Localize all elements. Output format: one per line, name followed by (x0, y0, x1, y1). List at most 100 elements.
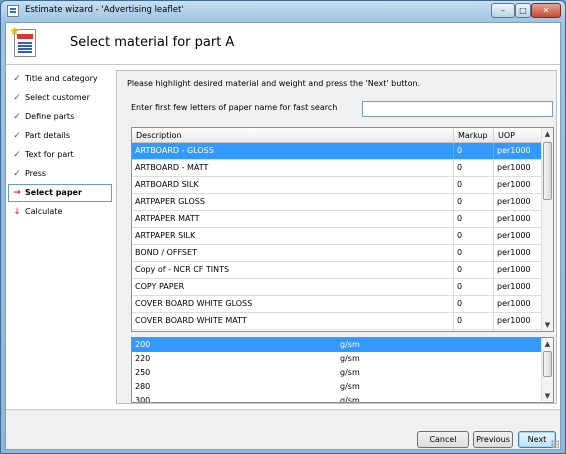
weight-value: 220 (135, 354, 151, 363)
scroll-thumb[interactable] (543, 142, 552, 200)
table-row[interactable]: ARTBOARD - MATT 0 per1000 (132, 160, 542, 177)
table-row[interactable]: COVER BOARD WHITE MATT 0 per1000 (132, 313, 542, 330)
materials-grid-body: ARTBOARD - GLOSS 0 per1000 ARTBOARD - MATT 0… (132, 143, 542, 331)
cell-description: ARTPAPER SILK (132, 228, 454, 244)
cell-uop: per1000 (494, 143, 542, 159)
checkmark-icon: ✓ (13, 150, 21, 160)
cell-markup: 0 (454, 143, 494, 159)
weights-grid[interactable]: 200 g/sm 220 g/sm 250 g/sm 280 g/sm 300 g/sm ▲ ▼ (131, 337, 554, 403)
step-label: Press (25, 169, 47, 178)
step-part-details[interactable]: ✓ Part details (8, 127, 112, 145)
previous-button[interactable]: Previous (473, 431, 513, 448)
list-item[interactable]: 220 g/sm (132, 352, 542, 366)
step-label: Title and category (25, 74, 98, 83)
arrow-down-icon: ↓ (13, 207, 21, 217)
table-row[interactable]: Copy of - NCR CF TINTS 0 per1000 (132, 262, 542, 279)
cancel-button[interactable]: Cancel (417, 431, 469, 448)
cell-uop: per1000 (494, 228, 542, 244)
cell-markup: 0 (454, 262, 494, 278)
table-row[interactable]: COPY PAPER 0 per1000 (132, 279, 542, 296)
maximize-button[interactable]: □ (515, 3, 531, 18)
checkmark-icon: ✓ (13, 131, 21, 141)
cell-description: BOND / OFFSET (132, 245, 454, 261)
resize-grip[interactable] (551, 440, 559, 448)
column-header-markup[interactable]: Markup (454, 128, 494, 143)
arrow-right-icon: → (13, 188, 21, 198)
cell-uop: per1000 (494, 160, 542, 176)
table-row[interactable]: ENVELOPES - C40per1000 (132, 330, 542, 331)
list-item[interactable]: 250 g/sm (132, 366, 542, 380)
weight-value: 280 (135, 382, 151, 391)
cell-uop: per1000 (494, 262, 542, 278)
list-item[interactable]: 280 g/sm (132, 380, 542, 394)
minimize-button[interactable]: – (491, 3, 515, 18)
step-select-paper[interactable]: → Select paper (8, 184, 112, 202)
weight-value: 300 (135, 396, 151, 403)
table-row[interactable]: COVER BOARD WHITE GLOSS 0 per1000 (132, 296, 542, 313)
leaflet-document-icon: ★ (9, 25, 36, 57)
table-row[interactable]: ARTPAPER MATT 0 per1000 (132, 211, 542, 228)
list-item[interactable]: 200 g/sm (132, 338, 542, 352)
window-title: Estimate wizard - 'Advertising leaflet' (25, 5, 184, 15)
step-define-parts[interactable]: ✓ Define parts (8, 108, 112, 126)
materials-scrollbar[interactable]: ▲ ▼ (541, 128, 553, 331)
checkmark-icon: ✓ (13, 74, 21, 84)
weight-unit: g/sm (340, 340, 360, 349)
cell-description: ENVELOPES - C4 (132, 330, 454, 331)
cell-uop: per1000 (494, 313, 542, 329)
cell-markup: 0 (454, 211, 494, 227)
title-bar[interactable]: Estimate wizard - 'Advertising leaflet' … (1, 1, 565, 21)
cell-description: ARTBOARD - MATT (132, 160, 454, 176)
cell-description: ARTBOARD SILK (132, 177, 454, 193)
column-header-description[interactable]: Description (132, 128, 454, 143)
weight-unit: g/sm (340, 396, 360, 403)
list-item[interactable]: 300 g/sm (132, 394, 542, 403)
cell-description: ARTBOARD - GLOSS (132, 143, 454, 159)
weight-value: 200 (135, 340, 151, 349)
weight-unit: g/sm (340, 368, 360, 377)
scroll-up-icon[interactable]: ▲ (542, 128, 553, 140)
scroll-up-icon[interactable]: ▲ (542, 338, 553, 350)
checkmark-icon: ✓ (13, 169, 21, 179)
step-text-for-part[interactable]: ✓ Text for part (8, 146, 112, 164)
table-row[interactable]: ARTPAPER GLOSS 0 per1000 (132, 194, 542, 211)
page-title: Select material for part A (70, 35, 235, 50)
weight-unit: g/sm (340, 382, 360, 391)
step-select-customer[interactable]: ✓ Select customer (8, 89, 112, 107)
scroll-down-icon[interactable]: ▼ (542, 390, 553, 402)
table-row[interactable]: ARTBOARD SILK 0 per1000 (132, 177, 542, 194)
cell-markup: 0 (454, 177, 494, 193)
weights-scrollbar[interactable]: ▲ ▼ (541, 338, 553, 402)
step-press[interactable]: ✓ Press (8, 165, 112, 183)
checkmark-icon: ✓ (13, 112, 21, 122)
material-panel: Please highlight desired material and we… (116, 70, 557, 404)
next-label: Next (527, 435, 547, 444)
cancel-label: Cancel (429, 435, 457, 444)
table-row[interactable]: ARTPAPER SILK 0 per1000 (132, 228, 542, 245)
table-row[interactable]: BOND / OFFSET 0 per1000 (132, 245, 542, 262)
paper-search-input[interactable] (362, 101, 553, 117)
step-calculate[interactable]: ↓ Calculate (8, 203, 112, 221)
cell-description: ARTPAPER MATT (132, 211, 454, 227)
materials-grid[interactable]: Description Markup UOP ARTBOARD - GLOSS 0… (131, 127, 554, 332)
table-row[interactable]: ARTBOARD - GLOSS 0 per1000 (132, 143, 542, 160)
scroll-thumb[interactable] (543, 351, 552, 377)
button-bar: Cancel Previous Next (6, 409, 560, 449)
step-label: Select paper (25, 188, 82, 197)
scroll-down-icon[interactable]: ▼ (542, 319, 553, 331)
cell-uop: per1000 (494, 194, 542, 210)
app-icon (7, 5, 19, 17)
cell-markup: 0 (454, 313, 494, 329)
materials-grid-header: Description Markup UOP (132, 128, 542, 143)
cell-description: ARTPAPER GLOSS (132, 194, 454, 210)
cell-markup: 0 (454, 228, 494, 244)
cell-markup: 0 (454, 330, 494, 331)
cell-uop: per1000 (494, 330, 542, 331)
column-header-uop[interactable]: UOP (494, 128, 542, 143)
close-button[interactable]: ✕ (531, 3, 561, 18)
step-title-and-category[interactable]: ✓ Title and category (8, 70, 112, 88)
weight-value: 250 (135, 368, 151, 377)
cell-markup: 0 (454, 296, 494, 312)
cell-uop: per1000 (494, 211, 542, 227)
cell-markup: 0 (454, 245, 494, 261)
